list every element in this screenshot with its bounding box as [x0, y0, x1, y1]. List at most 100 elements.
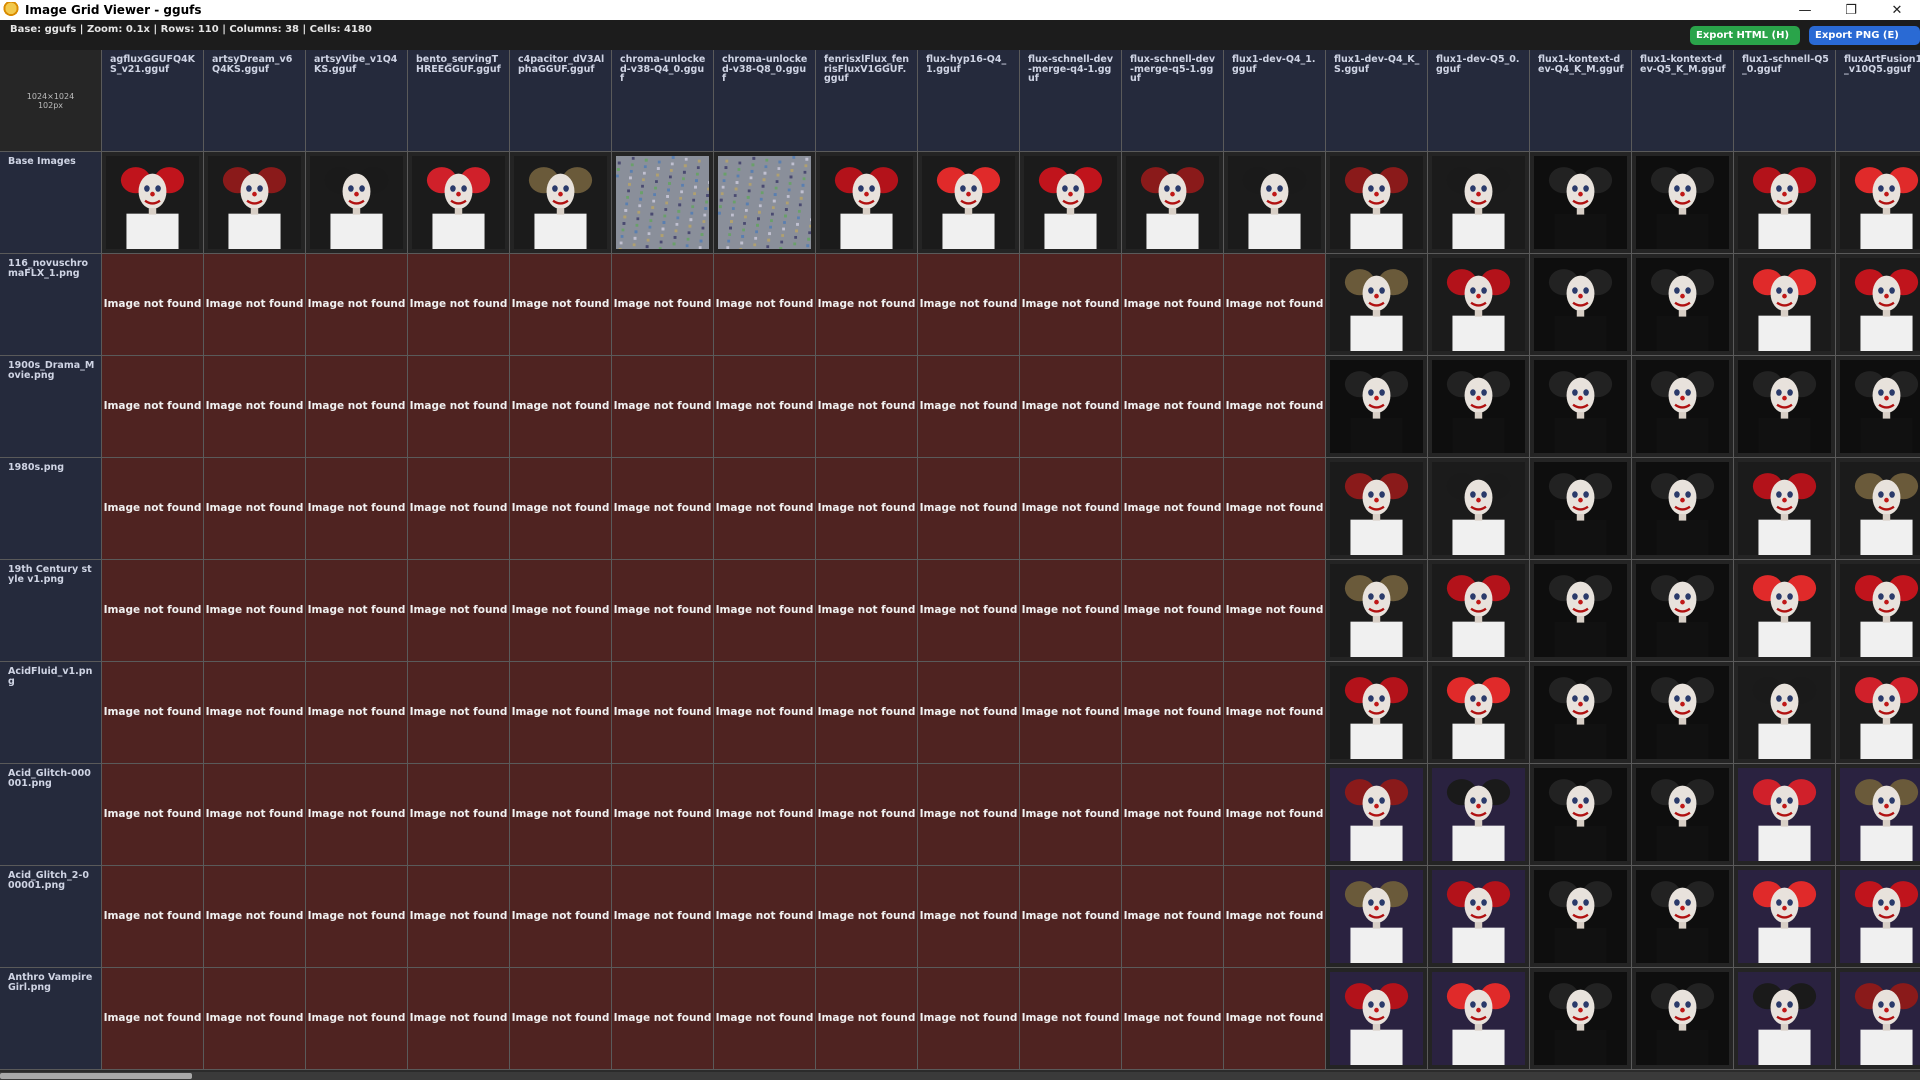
image-cell[interactable] — [1632, 866, 1734, 968]
row-header[interactable]: Acid_Glitch-000001.png — [0, 764, 102, 866]
column-header[interactable]: flux1-kontext-dev-Q5_K_M.gguf — [1632, 50, 1734, 152]
missing-image-cell[interactable]: Image not found — [1020, 560, 1122, 662]
image-cell[interactable] — [1224, 152, 1326, 254]
missing-image-cell[interactable]: Image not found — [714, 560, 816, 662]
missing-image-cell[interactable]: Image not found — [612, 560, 714, 662]
missing-image-cell[interactable]: Image not found — [714, 662, 816, 764]
column-header[interactable]: bento_servingTHREEGGUF.gguf — [408, 50, 510, 152]
column-header[interactable]: c4pacitor_dV3AlphaGGUF.gguf — [510, 50, 612, 152]
image-cell[interactable] — [1632, 560, 1734, 662]
missing-image-cell[interactable]: Image not found — [102, 662, 204, 764]
image-cell[interactable] — [816, 152, 918, 254]
column-header[interactable]: artsyVibe_v1Q4KS.gguf — [306, 50, 408, 152]
missing-image-cell[interactable]: Image not found — [102, 356, 204, 458]
image-cell[interactable] — [1836, 866, 1920, 968]
missing-image-cell[interactable]: Image not found — [510, 764, 612, 866]
scrollbar-thumb[interactable] — [0, 1073, 192, 1079]
image-cell[interactable] — [1632, 152, 1734, 254]
row-header[interactable]: 1900s_Drama_Movie.png — [0, 356, 102, 458]
image-cell[interactable] — [714, 152, 816, 254]
column-header[interactable]: flux-schnell-dev-merge-q5-1.gguf — [1122, 50, 1224, 152]
export-png-button[interactable]: Export PNG (E) — [1809, 26, 1920, 45]
column-header[interactable]: fluxArtFusion16_v10Q5.gguf — [1836, 50, 1920, 152]
column-header[interactable]: flux1-schnell-Q5_0.gguf — [1734, 50, 1836, 152]
missing-image-cell[interactable]: Image not found — [408, 458, 510, 560]
missing-image-cell[interactable]: Image not found — [918, 662, 1020, 764]
image-cell[interactable] — [1836, 254, 1920, 356]
image-cell[interactable] — [1428, 764, 1530, 866]
row-header[interactable]: Base Images — [0, 152, 102, 254]
column-header[interactable]: chroma-unlocked-v38-Q8_0.gguf — [714, 50, 816, 152]
missing-image-cell[interactable]: Image not found — [408, 254, 510, 356]
maximize-button[interactable]: ❐ — [1828, 0, 1874, 20]
minimize-button[interactable]: — — [1782, 0, 1828, 20]
image-cell[interactable] — [510, 152, 612, 254]
image-cell[interactable] — [1326, 866, 1428, 968]
image-cell[interactable] — [1530, 968, 1632, 1070]
missing-image-cell[interactable]: Image not found — [918, 560, 1020, 662]
export-html-button[interactable]: Export HTML (H) — [1690, 26, 1800, 45]
missing-image-cell[interactable]: Image not found — [918, 254, 1020, 356]
image-cell[interactable] — [408, 152, 510, 254]
image-cell[interactable] — [1326, 764, 1428, 866]
image-cell[interactable] — [612, 152, 714, 254]
missing-image-cell[interactable]: Image not found — [306, 662, 408, 764]
image-cell[interactable] — [1326, 152, 1428, 254]
image-cell[interactable] — [1428, 968, 1530, 1070]
close-button[interactable]: ✕ — [1874, 0, 1920, 20]
column-header[interactable]: flux1-dev-Q4_1.gguf — [1224, 50, 1326, 152]
missing-image-cell[interactable]: Image not found — [612, 356, 714, 458]
image-cell[interactable] — [1632, 662, 1734, 764]
column-header[interactable]: artsyDream_v6Q4KS.gguf — [204, 50, 306, 152]
image-cell[interactable] — [1836, 560, 1920, 662]
missing-image-cell[interactable]: Image not found — [816, 458, 918, 560]
missing-image-cell[interactable]: Image not found — [1122, 968, 1224, 1070]
missing-image-cell[interactable]: Image not found — [612, 866, 714, 968]
column-header[interactable]: flux1-dev-Q4_K_S.gguf — [1326, 50, 1428, 152]
image-cell[interactable] — [1734, 968, 1836, 1070]
missing-image-cell[interactable]: Image not found — [1122, 560, 1224, 662]
image-cell[interactable] — [1734, 866, 1836, 968]
missing-image-cell[interactable]: Image not found — [1020, 458, 1122, 560]
missing-image-cell[interactable]: Image not found — [918, 866, 1020, 968]
missing-image-cell[interactable]: Image not found — [714, 764, 816, 866]
missing-image-cell[interactable]: Image not found — [306, 458, 408, 560]
image-cell[interactable] — [1632, 764, 1734, 866]
missing-image-cell[interactable]: Image not found — [408, 356, 510, 458]
missing-image-cell[interactable]: Image not found — [918, 968, 1020, 1070]
image-cell[interactable] — [1428, 254, 1530, 356]
missing-image-cell[interactable]: Image not found — [102, 560, 204, 662]
image-cell[interactable] — [1530, 356, 1632, 458]
missing-image-cell[interactable]: Image not found — [816, 866, 918, 968]
image-cell[interactable] — [204, 152, 306, 254]
missing-image-cell[interactable]: Image not found — [714, 968, 816, 1070]
image-cell[interactable] — [1428, 356, 1530, 458]
missing-image-cell[interactable]: Image not found — [612, 662, 714, 764]
image-cell[interactable] — [1428, 458, 1530, 560]
image-cell[interactable] — [1836, 764, 1920, 866]
missing-image-cell[interactable]: Image not found — [204, 764, 306, 866]
missing-image-cell[interactable]: Image not found — [1122, 866, 1224, 968]
image-cell[interactable] — [1632, 356, 1734, 458]
missing-image-cell[interactable]: Image not found — [306, 254, 408, 356]
missing-image-cell[interactable]: Image not found — [204, 560, 306, 662]
image-cell[interactable] — [1836, 458, 1920, 560]
missing-image-cell[interactable]: Image not found — [204, 356, 306, 458]
image-cell[interactable] — [1632, 254, 1734, 356]
image-cell[interactable] — [1734, 458, 1836, 560]
missing-image-cell[interactable]: Image not found — [1020, 662, 1122, 764]
missing-image-cell[interactable]: Image not found — [816, 254, 918, 356]
missing-image-cell[interactable]: Image not found — [1020, 254, 1122, 356]
image-grid[interactable]: 1024×1024 102px agfluxGGUFQ4KS_v21.gguf ar… — [0, 50, 1920, 1072]
missing-image-cell[interactable]: Image not found — [204, 866, 306, 968]
missing-image-cell[interactable]: Image not found — [408, 968, 510, 1070]
missing-image-cell[interactable]: Image not found — [102, 254, 204, 356]
missing-image-cell[interactable]: Image not found — [612, 254, 714, 356]
missing-image-cell[interactable]: Image not found — [816, 662, 918, 764]
image-cell[interactable] — [1530, 764, 1632, 866]
row-header[interactable]: AcidFluid_v1.png — [0, 662, 102, 764]
image-cell[interactable] — [1836, 968, 1920, 1070]
missing-image-cell[interactable]: Image not found — [510, 356, 612, 458]
image-cell[interactable] — [1428, 662, 1530, 764]
missing-image-cell[interactable]: Image not found — [714, 866, 816, 968]
